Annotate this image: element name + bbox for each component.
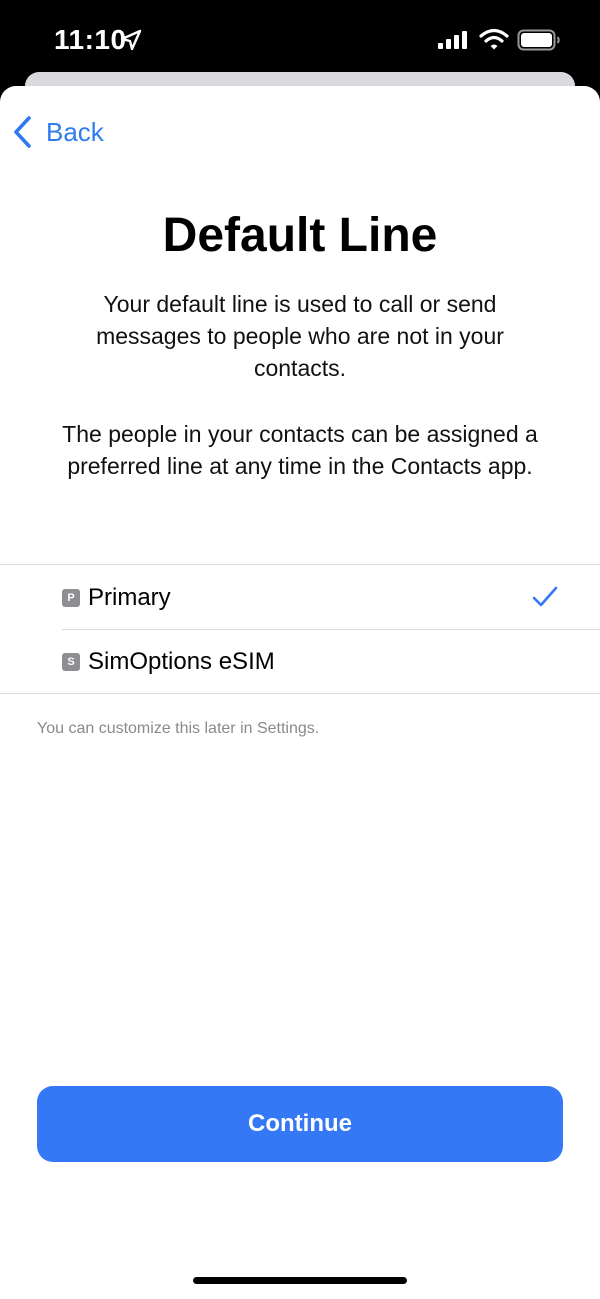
- continue-button[interactable]: Continue: [37, 1086, 563, 1162]
- back-button[interactable]: Back: [12, 114, 104, 150]
- status-bar: 11:10: [0, 0, 600, 80]
- back-label: Back: [46, 116, 104, 147]
- screen: 11:10 Back Default Line Your default lin…: [0, 0, 600, 1299]
- checkmark-icon: [532, 586, 558, 607]
- location-arrow-icon: [120, 29, 142, 51]
- line-option-primary[interactable]: P Primary: [0, 565, 600, 629]
- line-label: SimOptions eSIM: [88, 648, 275, 675]
- battery-icon: [517, 29, 560, 51]
- wifi-icon: [479, 28, 509, 50]
- page-title: Default Line: [162, 209, 438, 262]
- line-list: P Primary S SimOptions eSIM: [0, 564, 600, 694]
- status-time: 11:10: [54, 24, 127, 55]
- description-contacts: The people in your contacts can be assig…: [62, 421, 538, 479]
- default-line-sheet: Back Default Line Your default line is u…: [0, 86, 600, 1299]
- primary-badge-icon: P: [62, 589, 80, 607]
- footnote: You can customize this later in Settings…: [37, 720, 320, 737]
- secondary-badge-icon: S: [62, 653, 80, 671]
- line-option-simoptions-esim[interactable]: S SimOptions eSIM: [0, 629, 600, 693]
- chevron-left-icon: [14, 116, 31, 148]
- description-default-line: Your default line is used to call or sen…: [96, 291, 504, 381]
- line-label: Primary: [88, 584, 171, 611]
- home-indicator[interactable]: [193, 1277, 407, 1284]
- cellular-signal-icon: [438, 31, 467, 49]
